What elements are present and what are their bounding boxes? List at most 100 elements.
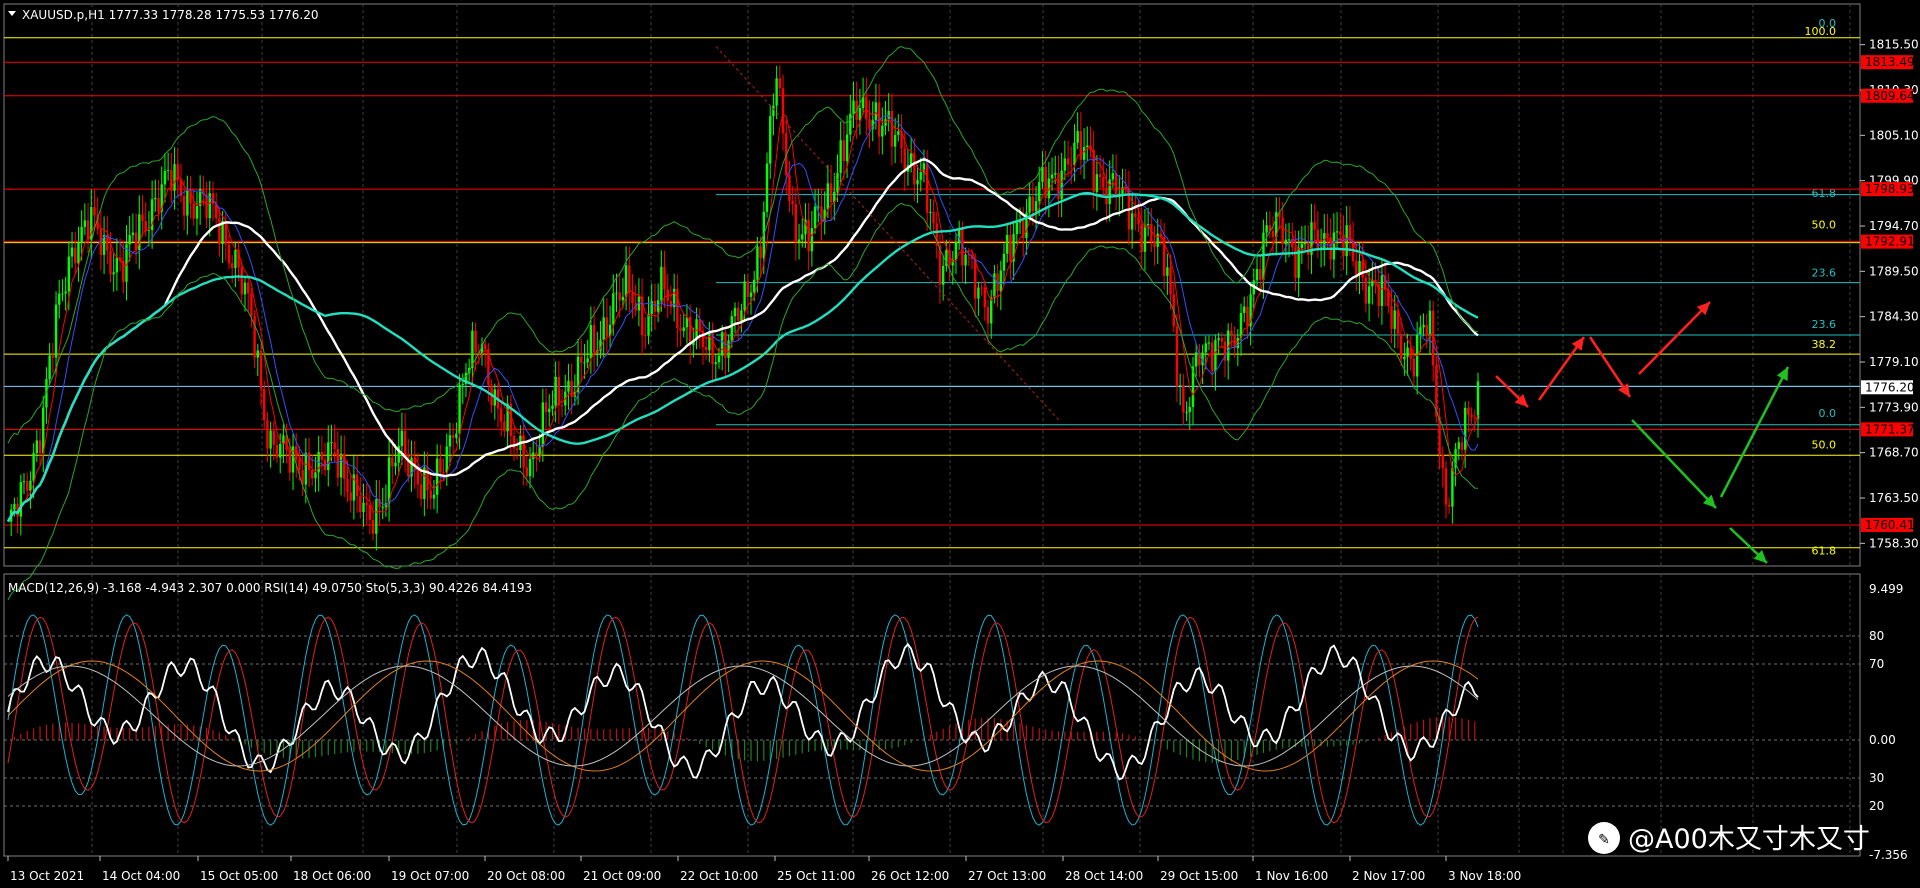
candle-body — [580, 356, 583, 363]
candle-body — [192, 203, 195, 219]
candle-body — [141, 214, 144, 222]
candle-body — [275, 444, 279, 458]
price-axis-label: 1784.30 — [1869, 310, 1919, 324]
candle-body — [986, 307, 990, 324]
candle-body — [1038, 182, 1041, 202]
candle-body — [842, 140, 846, 162]
candle-body — [1070, 164, 1073, 166]
candle-body — [339, 453, 343, 478]
candle-body — [1134, 213, 1137, 218]
time-axis-label: 25 Oct 11:00 — [777, 869, 855, 883]
candle-body — [628, 265, 631, 293]
candle-body — [368, 504, 372, 520]
candle-body — [941, 265, 945, 285]
candle-body — [826, 183, 830, 210]
candle-body — [881, 125, 884, 137]
candle-body — [83, 220, 87, 227]
candle-body — [298, 459, 301, 470]
candle-body — [932, 211, 935, 224]
price-chart-canvas[interactable]: 1815.501810.301805.101799.901794.701789.… — [0, 0, 1920, 888]
candle-body — [1255, 269, 1259, 281]
candle-body — [916, 179, 919, 185]
candle-body — [999, 270, 1003, 292]
time-axis-label: 27 Oct 13:00 — [968, 869, 1046, 883]
candle-body — [1108, 179, 1111, 204]
candle-body — [1137, 217, 1140, 225]
candle-body — [624, 265, 628, 297]
indicator-header: MACD(12,26,9) -3.168 -4.943 2.307 0.000 … — [8, 581, 532, 595]
candle-body — [1178, 385, 1182, 387]
candle-body — [1460, 442, 1464, 450]
candle-body — [304, 452, 308, 485]
candle-body — [1399, 333, 1403, 360]
candle-body — [173, 164, 176, 191]
candle-body — [893, 135, 897, 147]
candle-body — [1086, 145, 1089, 148]
candle-body — [451, 435, 455, 438]
candle-body — [714, 362, 717, 364]
candle-body — [663, 266, 666, 290]
ema-fast-line — [7, 109, 1479, 522]
candle-body — [1220, 338, 1223, 342]
candle-body — [897, 131, 900, 136]
candle-body — [1050, 174, 1054, 179]
candle-body — [365, 502, 368, 505]
indicator-axis-label: -7.356 — [1869, 848, 1908, 862]
price-axis-label: 1789.50 — [1869, 264, 1919, 278]
stochastic-signal-line — [7, 616, 1479, 824]
candle-body — [1204, 343, 1207, 353]
candle-body — [1009, 234, 1012, 262]
chevron-down-icon[interactable] — [8, 11, 16, 16]
candle-body — [243, 282, 247, 295]
price-level-box-label: 1809.64 — [1865, 89, 1915, 103]
time-axis-label: 2 Nov 17:00 — [1352, 869, 1425, 883]
candle-body — [263, 388, 266, 421]
trading-chart-window[interactable]: 1815.501810.301805.101799.901794.701789.… — [0, 0, 1920, 888]
candle-body — [1281, 217, 1284, 245]
candle-body — [1143, 225, 1147, 252]
candle-body — [1102, 177, 1105, 188]
candle-body — [115, 257, 119, 273]
candle-body — [708, 331, 711, 351]
candle-body — [544, 402, 548, 413]
candle-body — [61, 293, 64, 295]
candle-body — [903, 148, 906, 172]
candle-body — [1287, 239, 1291, 241]
candle-body — [269, 430, 272, 449]
candle-body — [128, 235, 131, 245]
candle-body — [631, 292, 634, 304]
candle-body — [435, 458, 439, 495]
time-axis-label: 15 Oct 05:00 — [200, 869, 278, 883]
candle-body — [1217, 338, 1220, 341]
indicator-axis-label: 70 — [1869, 657, 1884, 671]
candle-body — [919, 172, 922, 180]
fib-level-label: 61.8 — [1812, 545, 1837, 558]
candle-body — [1105, 187, 1108, 204]
candle-body — [535, 452, 538, 456]
candle-body — [327, 442, 330, 471]
candle-body — [1098, 174, 1102, 178]
price-axis-label: 1758.30 — [1869, 536, 1919, 550]
price-axis-label: 1763.50 — [1869, 491, 1919, 505]
candle-body — [1076, 131, 1079, 143]
candle-body — [528, 458, 532, 477]
candle-body — [1457, 442, 1460, 449]
candle-body — [1473, 417, 1476, 419]
indicator-axis-label: 9.499 — [1869, 582, 1903, 596]
candle-body — [195, 205, 199, 219]
candle-body — [93, 206, 96, 216]
candle-body — [532, 452, 535, 459]
candle-body — [1041, 166, 1044, 183]
candle-body — [1259, 269, 1262, 280]
fib-level-label: 50.0 — [1812, 219, 1837, 232]
candle-body — [1153, 241, 1156, 247]
candle-body — [291, 446, 295, 473]
candle-body — [1169, 267, 1172, 295]
candle-body — [548, 408, 551, 413]
candle-body — [394, 462, 397, 467]
candle-body — [964, 254, 967, 266]
time-axis-label: 21 Oct 09:00 — [583, 869, 661, 883]
price-axis-label: 1794.70 — [1869, 219, 1919, 233]
candle-body — [775, 78, 778, 106]
time-axis-label: 28 Oct 14:00 — [1065, 869, 1143, 883]
